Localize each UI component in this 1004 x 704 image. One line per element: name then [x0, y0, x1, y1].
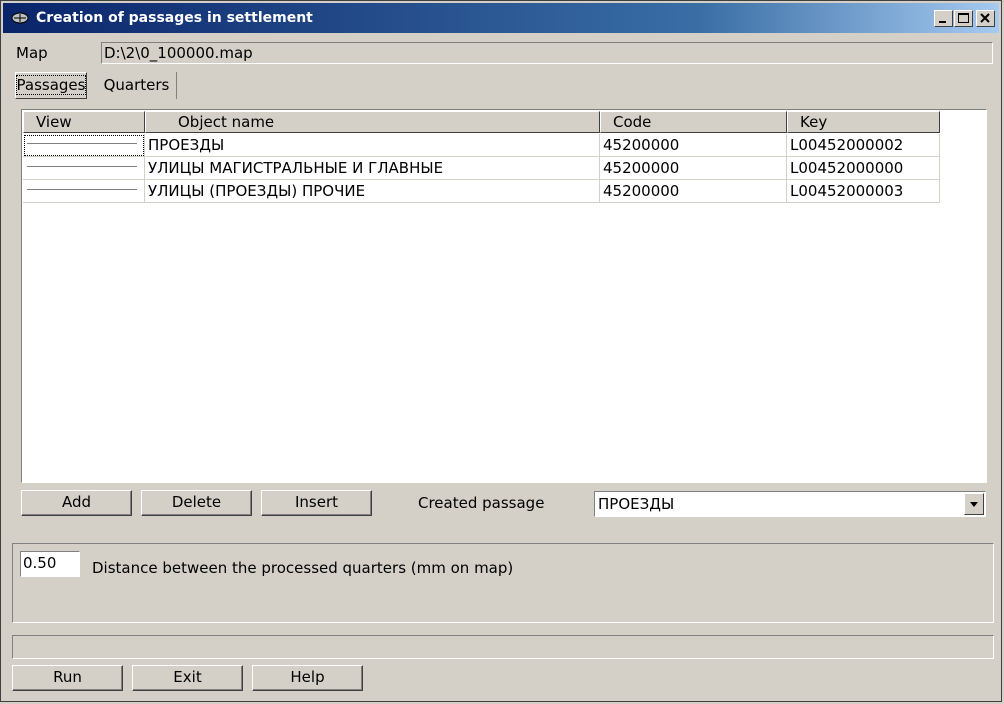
table-row-code[interactable]: 45200000 [600, 134, 787, 157]
title-bar[interactable]: Creation of passages in settlement [3, 3, 999, 33]
table-row-name[interactable]: ПРОЕЗДЫ [145, 134, 600, 157]
status-bar [12, 635, 994, 659]
line-style-sample [27, 189, 137, 190]
maximize-button[interactable] [954, 10, 973, 27]
column-header-view[interactable]: View [23, 111, 145, 133]
run-button[interactable]: Run [12, 665, 123, 691]
minimize-icon [939, 21, 946, 23]
column-header-key[interactable]: Key [787, 111, 940, 133]
table-row-code[interactable]: 45200000 [600, 157, 787, 180]
map-label: Map [16, 44, 48, 62]
insert-button[interactable]: Insert [261, 490, 372, 516]
dialog-window: Creation of passages in settlement Map D… [0, 0, 1002, 702]
created-passage-label: Created passage [418, 494, 545, 512]
table-row-name[interactable]: УЛИЦЫ (ПРОЕЗДЫ) ПРОЧИЕ [145, 180, 600, 203]
created-passage-select[interactable]: ПРОЕЗДЫ [594, 491, 986, 517]
tab-quarters[interactable]: Quarters [97, 72, 177, 99]
line-style-sample [27, 143, 137, 144]
map-path-field[interactable]: D:\2\0_100000.map [101, 42, 993, 64]
table-row-key[interactable]: L00452000002 [787, 134, 940, 157]
table-row-name[interactable]: УЛИЦЫ МАГИСТРАЛЬНЫЕ И ГЛАВНЫЕ [145, 157, 600, 180]
column-header-code[interactable]: Code [600, 111, 787, 133]
table-row-key[interactable]: L00452000000 [787, 157, 940, 180]
dropdown-button[interactable] [964, 493, 984, 515]
objects-table[interactable]: View Object name Code Key ПРОЕЗДЫ 452000… [21, 109, 987, 483]
window-title: Creation of passages in settlement [36, 10, 313, 26]
tab-passages-label: Passages [15, 75, 87, 95]
exit-button[interactable]: Exit [132, 665, 243, 691]
help-button[interactable]: Help [252, 665, 363, 691]
distance-group [12, 543, 994, 623]
close-button[interactable] [976, 10, 995, 27]
add-button[interactable]: Add [21, 490, 132, 516]
minimize-button[interactable] [934, 10, 953, 27]
line-style-sample [27, 166, 137, 167]
distance-input[interactable]: 0.50 [20, 551, 80, 577]
table-row-view-cell[interactable] [23, 157, 145, 180]
distance-label: Distance between the processed quarters … [92, 559, 514, 577]
table-row-key[interactable]: L00452000003 [787, 180, 940, 203]
table-row-code[interactable]: 45200000 [600, 180, 787, 203]
tab-passages[interactable]: Passages [15, 72, 87, 99]
close-icon [980, 13, 990, 23]
column-header-object-name[interactable]: Object name [145, 111, 600, 133]
table-row-view-cell[interactable] [23, 180, 145, 203]
chevron-down-icon [970, 502, 978, 507]
delete-button[interactable]: Delete [141, 490, 252, 516]
created-passage-value: ПРОЕЗДЫ [598, 495, 675, 513]
table-row-view-cell[interactable] [23, 134, 145, 157]
app-icon [11, 11, 29, 25]
maximize-icon [958, 13, 969, 23]
